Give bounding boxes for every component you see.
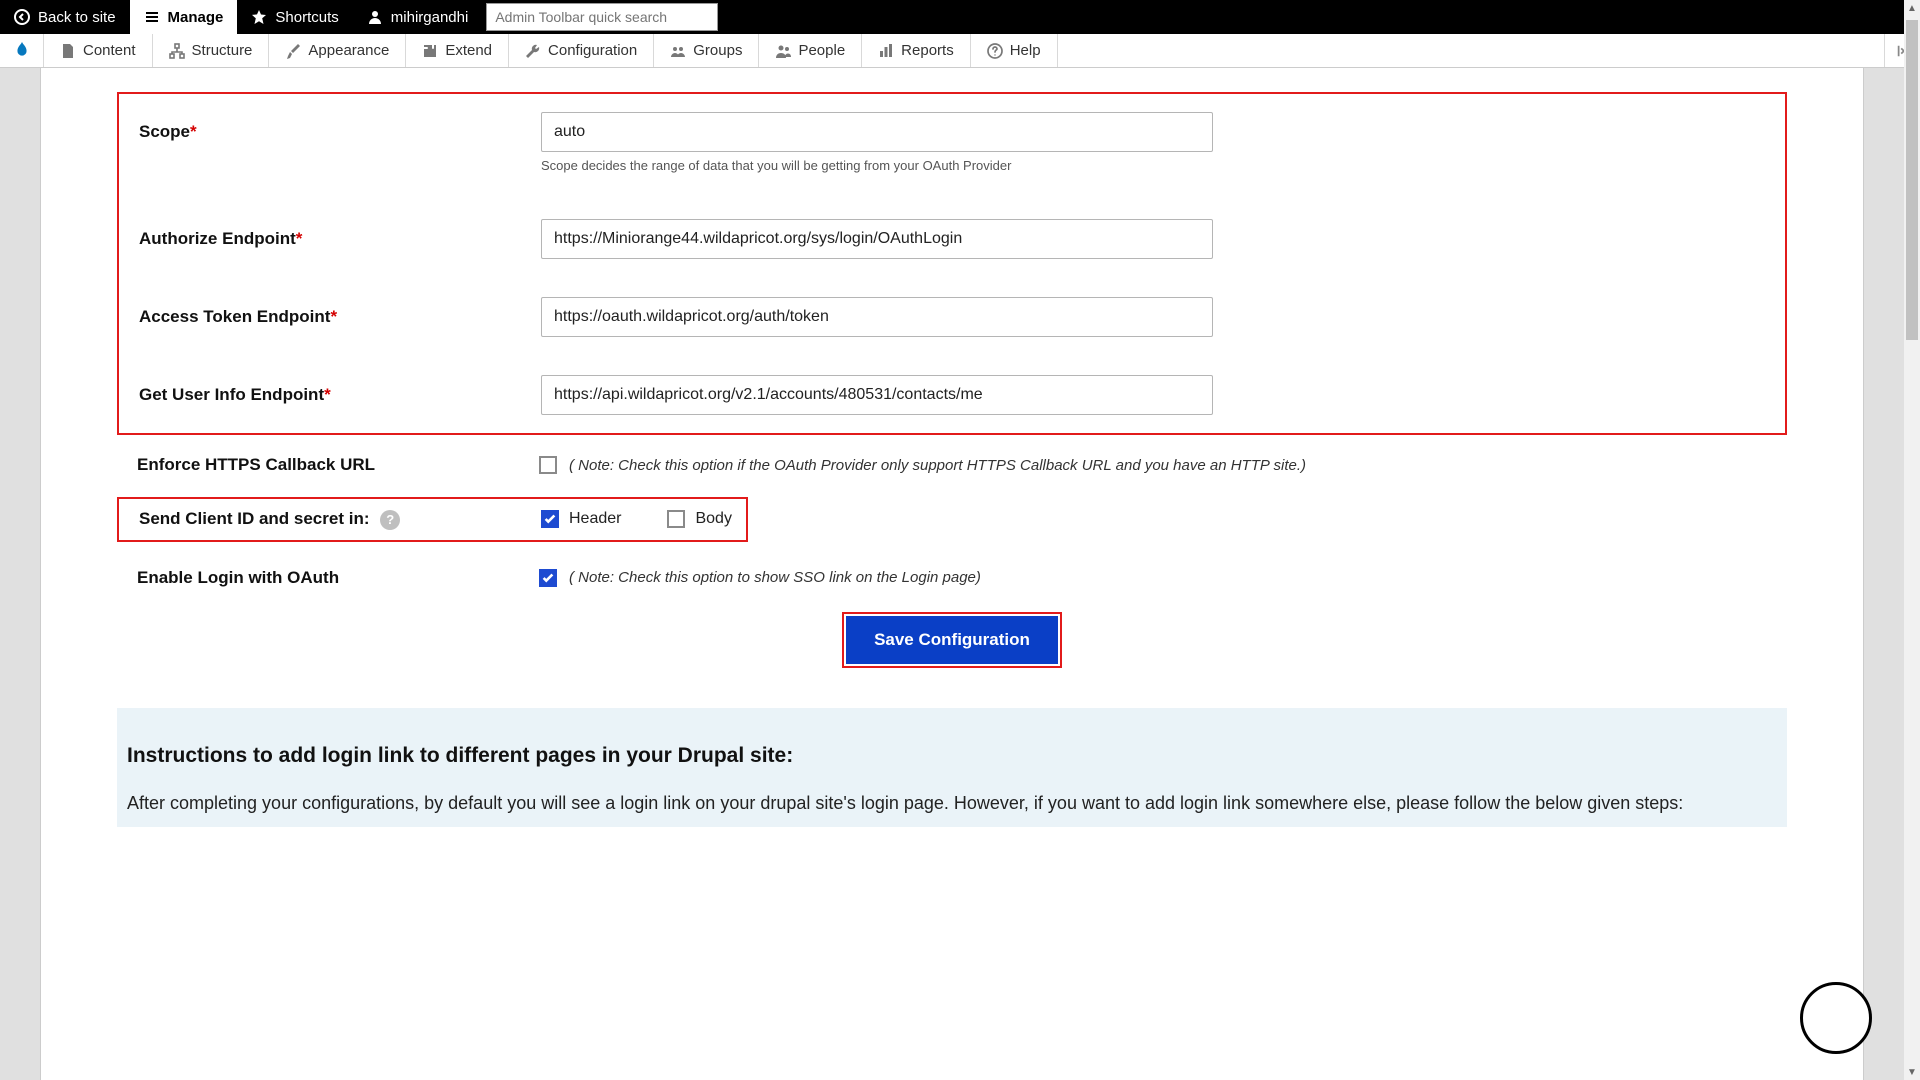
manage-label: Manage [168,9,224,26]
file-icon [60,43,76,59]
nav-structure[interactable]: Structure [153,34,270,67]
star-icon [251,9,267,25]
drupal-icon [11,40,33,62]
scope-input[interactable] [541,112,1213,152]
scope-help-text: Scope decides the range of data that you… [541,158,1765,173]
nav-appearance[interactable]: Appearance [269,34,406,67]
enable-login-label: Enable Login with OAuth [137,568,539,588]
nav-help[interactable]: Help [971,34,1058,67]
authorize-endpoint-input[interactable] [541,219,1213,259]
username-label: mihirgandhi [391,9,469,26]
authorize-endpoint-label: Authorize Endpoint* [139,229,541,249]
wrench-icon [525,43,541,59]
admin-toolbar: Content Structure Appearance Extend Conf… [0,34,1920,68]
nav-people[interactable]: People [759,34,862,67]
scope-label: Scope* [139,112,541,142]
back-to-site[interactable]: Back to site [0,0,130,34]
nav-content[interactable]: Content [44,34,153,67]
instructions-heading: Instructions to add login link to differ… [127,744,1777,768]
nav-groups[interactable]: Groups [654,34,759,67]
help-tooltip-icon[interactable]: ? [380,510,400,530]
nav-configuration[interactable]: Configuration [509,34,654,67]
highlighted-endpoints-group: Scope* Scope decides the range of data t… [117,92,1787,435]
scroll-down-icon[interactable]: ▼ [1904,1064,1920,1080]
access-token-endpoint-label: Access Token Endpoint* [139,307,541,327]
userinfo-endpoint-label: Get User Info Endpoint* [139,385,541,405]
back-to-site-label: Back to site [38,9,116,26]
paintbrush-icon [285,43,301,59]
arrow-left-icon [14,9,30,25]
enable-login-checkbox[interactable] [539,569,557,587]
scroll-thumb[interactable] [1906,20,1918,340]
admin-search-input[interactable] [486,3,718,31]
highlighted-send-clientid-group: Send Client ID and secret in: ? Header B… [117,497,748,542]
admin-search-wrapper [486,0,718,34]
instructions-panel: Instructions to add login link to differ… [117,708,1787,828]
enforce-https-note: ( Note: Check this option if the OAuth P… [569,457,1306,474]
enable-login-note: ( Note: Check this option to show SSO li… [569,569,981,586]
chat-widget-button[interactable] [1800,982,1872,1054]
help-icon [987,43,1003,59]
header-checkbox[interactable] [541,510,559,528]
hamburger-icon [144,9,160,25]
user-icon [367,9,383,25]
user-menu[interactable]: mihirgandhi [353,0,483,34]
chart-icon [878,43,894,59]
puzzle-icon [422,43,438,59]
shortcuts-label: Shortcuts [275,9,338,26]
body-checkbox-label: Body [695,510,731,528]
scroll-up-icon[interactable]: ▲ [1904,0,1920,16]
manage-toggle[interactable]: Manage [130,0,238,34]
enforce-https-checkbox[interactable] [539,456,557,474]
body-checkbox[interactable] [667,510,685,528]
send-clientid-label: Send Client ID and secret in: ? [139,509,541,530]
nav-extend[interactable]: Extend [406,34,509,67]
save-configuration-button[interactable]: Save Configuration [846,616,1058,664]
access-token-endpoint-input[interactable] [541,297,1213,337]
structure-icon [169,43,185,59]
shortcuts-menu[interactable]: Shortcuts [237,0,352,34]
instructions-body: After completing your configurations, by… [127,790,1777,818]
people-icon [775,43,791,59]
drupal-home[interactable] [0,34,44,67]
header-checkbox-label: Header [569,510,621,528]
nav-reports[interactable]: Reports [862,34,971,67]
groups-icon [670,43,686,59]
userinfo-endpoint-input[interactable] [541,375,1213,415]
enforce-https-label: Enforce HTTPS Callback URL [137,455,539,475]
vertical-scrollbar[interactable]: ▲ ▼ [1904,0,1920,1080]
